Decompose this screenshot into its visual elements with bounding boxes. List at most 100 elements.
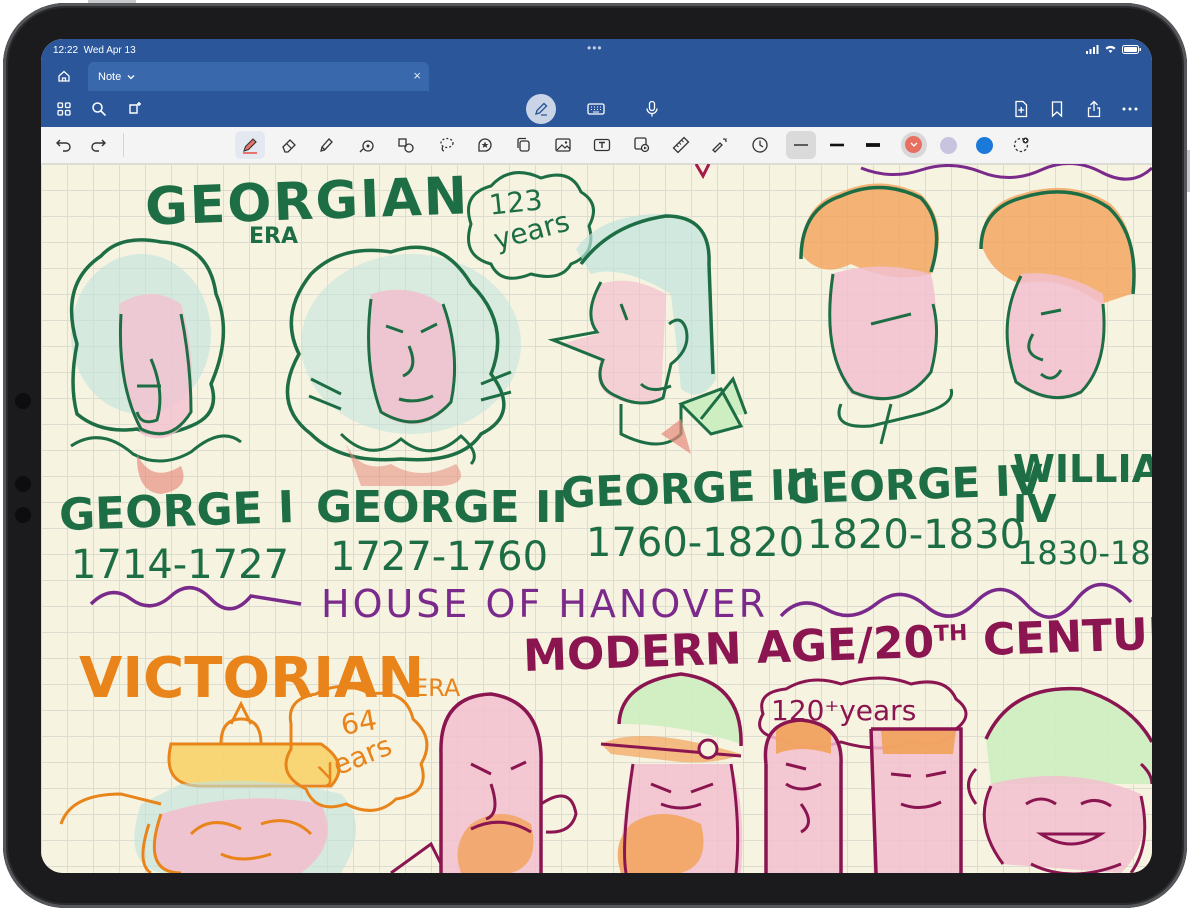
edward-vii-portrait xyxy=(390,692,578,873)
text-box-icon xyxy=(593,138,611,152)
redo-icon xyxy=(91,139,106,152)
lasso-icon xyxy=(440,137,454,152)
eraser-tool[interactable] xyxy=(278,135,300,155)
status-icons xyxy=(1086,44,1142,54)
image-tool[interactable] xyxy=(552,135,574,155)
color-swatch-lavender[interactable] xyxy=(940,137,957,154)
ribbon-divider xyxy=(123,133,124,157)
shapes-icon xyxy=(398,138,414,153)
george-ii-portrait xyxy=(285,245,521,486)
copy-tool[interactable] xyxy=(513,135,535,155)
lasso-add-icon xyxy=(129,102,141,114)
george-i-portrait xyxy=(69,238,242,494)
highlighter-icon xyxy=(320,138,333,152)
sticker-tool[interactable] xyxy=(474,135,496,155)
media-icon xyxy=(634,137,650,153)
thin-line-icon xyxy=(794,144,808,146)
george-vi-portrait xyxy=(869,727,963,873)
king-years-george-iii: 1760-1820 xyxy=(586,520,805,566)
thin-line-option[interactable] xyxy=(790,135,812,155)
king-years-william-iv: 1830-1837 xyxy=(1017,534,1152,572)
status-bar: 12:22 Wed Apr 13 ••• xyxy=(41,39,1152,61)
king-name-george-iv: GEORGE IV xyxy=(785,455,1044,514)
victorian-title: VICTORIAN xyxy=(79,646,425,711)
georgian-title: GEORGIAN xyxy=(144,166,471,238)
william-iv-portrait xyxy=(979,187,1136,400)
home-icon xyxy=(58,70,70,82)
laser-pointer-icon xyxy=(712,138,727,153)
grid-view-button[interactable] xyxy=(53,98,75,120)
sticker-icon xyxy=(478,138,492,152)
add-page-button[interactable] xyxy=(1010,98,1032,120)
ink-to-shape-icon xyxy=(359,140,374,153)
signal-icon xyxy=(1086,44,1099,54)
bookmark-icon xyxy=(1051,101,1063,118)
undo-button[interactable] xyxy=(53,135,75,155)
eraser-icon xyxy=(282,139,296,153)
laser-pointer-tool[interactable] xyxy=(709,135,731,155)
add-color-icon xyxy=(1013,137,1029,153)
redo-button[interactable] xyxy=(87,135,109,155)
hanover-squiggle xyxy=(89,586,302,611)
draw-mode-button[interactable] xyxy=(526,94,556,124)
modern-bubble-text: 120⁺years xyxy=(771,694,917,727)
share-button[interactable] xyxy=(1083,98,1105,120)
color-swatch-blue[interactable] xyxy=(976,137,993,154)
add-page-icon xyxy=(1015,100,1028,118)
thick-line-option[interactable] xyxy=(862,135,884,155)
bookmark-button[interactable] xyxy=(1046,98,1068,120)
king-name-george-ii: GEORGE II xyxy=(316,482,568,533)
medium-line-icon xyxy=(830,143,844,147)
king-name-william-iv: WILLIAM IV xyxy=(1013,447,1152,531)
dictate-button[interactable] xyxy=(641,98,663,120)
clock-icon xyxy=(752,137,768,153)
search-button[interactable] xyxy=(88,98,110,120)
george-iv-portrait xyxy=(799,183,954,445)
side-camera-3 xyxy=(15,507,31,523)
draw-pen-icon xyxy=(534,102,548,116)
volume-up-button xyxy=(1187,150,1190,192)
victorian-era-label: ERA xyxy=(413,674,461,702)
wifi-icon xyxy=(1105,45,1116,53)
ruler-tool[interactable] xyxy=(670,135,692,155)
shapes-tool[interactable] xyxy=(395,135,417,155)
more-icon xyxy=(1122,107,1138,111)
more-options-button[interactable] xyxy=(1119,98,1141,120)
note-canvas[interactable]: GEORGIAN ERA 123 years GEORGE I 1714-172… xyxy=(41,164,1152,873)
chevron-down-icon xyxy=(910,142,917,147)
search-icon xyxy=(92,102,107,117)
king-name-george-iii: GEORGE III xyxy=(560,459,818,518)
close-tab-button[interactable]: × xyxy=(413,68,421,83)
text-box-tool[interactable] xyxy=(591,135,613,155)
tab-title: Note xyxy=(98,71,122,83)
draw-ribbon xyxy=(41,127,1152,164)
top-squiggle-purple xyxy=(860,164,1152,181)
history-tool[interactable] xyxy=(749,135,771,155)
home-button[interactable] xyxy=(53,65,75,87)
thick-line-icon xyxy=(866,143,880,147)
grid-icon xyxy=(57,102,71,116)
pen-tool[interactable] xyxy=(239,135,261,155)
media-tool[interactable] xyxy=(631,135,653,155)
multitasking-dots[interactable]: ••• xyxy=(587,41,603,55)
lasso-tool[interactable] xyxy=(435,135,457,155)
image-icon xyxy=(555,138,571,152)
keyboard-icon xyxy=(587,103,605,115)
king-years-george-iv: 1820-1830 xyxy=(807,512,1026,558)
shape-recognize-tool[interactable] xyxy=(356,135,378,155)
medium-line-option[interactable] xyxy=(826,135,848,155)
chevron-down-icon[interactable] xyxy=(127,73,135,81)
tab-bar: Note × xyxy=(41,61,1152,91)
tab-note[interactable]: Note × xyxy=(88,62,429,91)
lasso-add-button[interactable] xyxy=(124,98,146,120)
king-years-george-ii: 1727-1760 xyxy=(330,534,549,580)
add-color-button[interactable] xyxy=(1010,135,1032,155)
top-mark-red xyxy=(694,164,711,180)
side-camera-1 xyxy=(15,393,31,409)
status-time: 12:22 Wed Apr 13 xyxy=(53,45,136,56)
app-screen: 12:22 Wed Apr 13 ••• Note × GEORGIAN ERA… xyxy=(41,39,1152,873)
george-v-portrait xyxy=(600,672,743,873)
highlighter-tool[interactable] xyxy=(315,135,337,155)
main-toolbar xyxy=(41,91,1152,127)
keyboard-button[interactable] xyxy=(585,98,607,120)
